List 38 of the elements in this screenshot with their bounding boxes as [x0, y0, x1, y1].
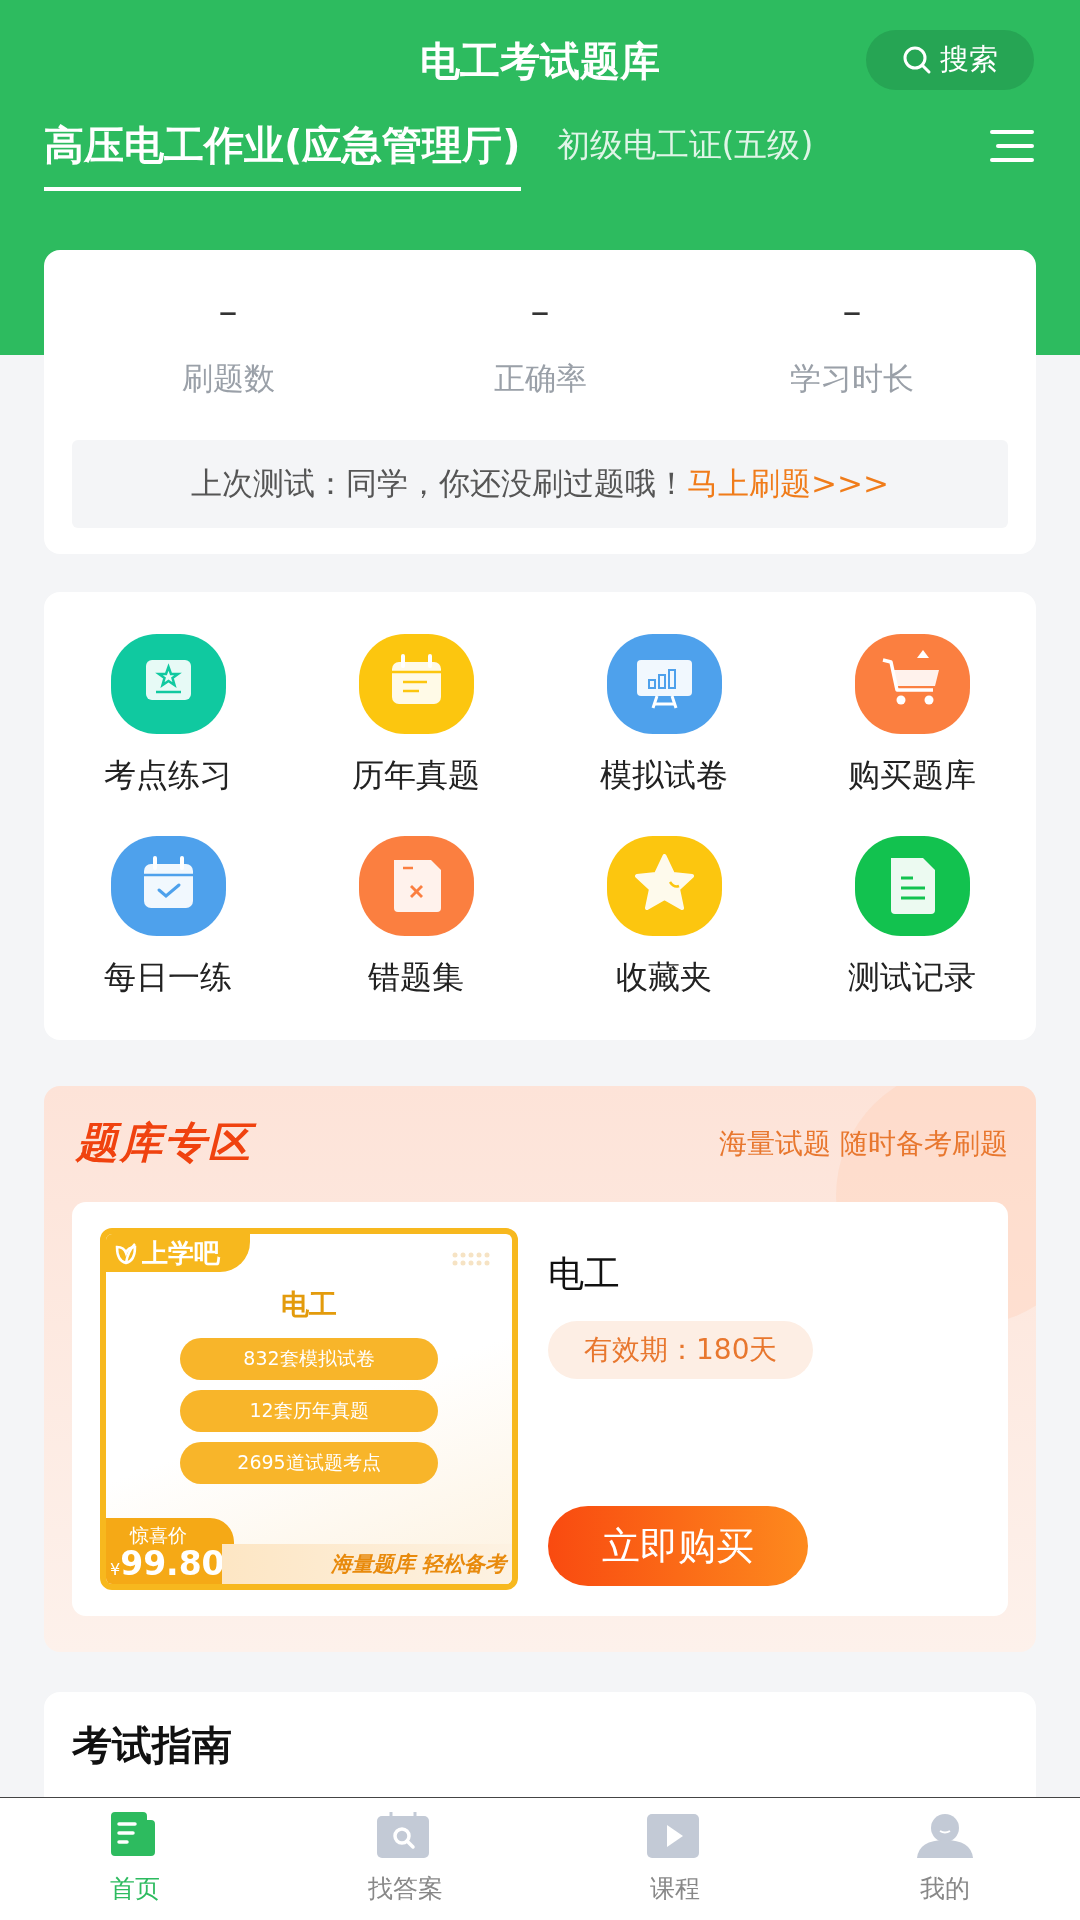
section-tagline: 海量试题 随时备考刷题	[719, 1126, 1008, 1162]
brand-name: 上学吧	[142, 1236, 220, 1270]
product-title: 电工	[548, 1252, 620, 1296]
cover-feature: 12套历年真题	[180, 1390, 438, 1432]
guide-title: 考试指南	[72, 1722, 232, 1768]
nav-tab[interactable]: 找答案	[270, 1798, 540, 1920]
stat-label: 正确率	[492, 359, 588, 398]
search-icon	[902, 45, 932, 75]
nav-tab[interactable]: 课程	[540, 1798, 810, 1920]
stat-value: –	[217, 288, 239, 335]
feature-entry[interactable]: 错题集	[292, 836, 540, 1000]
cover-feature: 832套模拟试卷	[180, 1338, 438, 1380]
feature-entry[interactable]: 考点练习	[44, 634, 292, 798]
cover-feature: 2695道试题考点	[180, 1442, 438, 1484]
price-value: 99.80	[120, 1544, 225, 1583]
feature-entry[interactable]: 收藏夹	[540, 836, 788, 1000]
person-icon	[917, 1812, 973, 1860]
feature-entry[interactable]: 购买题库	[788, 634, 1036, 798]
last-test-text: 上次测试：同学，你还没刷过题哦！	[191, 464, 688, 503]
leaf-icon	[114, 1241, 138, 1265]
feature-entry[interactable]: 每日一练	[44, 836, 292, 1000]
stat-label: 学习时长	[789, 359, 915, 398]
validity-tag: 有效期：180天	[548, 1321, 814, 1379]
section-title: 题库专区	[72, 1111, 266, 1177]
stat-value: –	[529, 288, 551, 335]
feature-entry[interactable]: 测试记录	[788, 836, 1036, 1000]
nav-tab[interactable]: 我的	[810, 1798, 1080, 1920]
price-label: 惊喜价	[130, 1524, 188, 1546]
app-title: 电工考试题库	[420, 36, 660, 86]
currency-sign: ¥	[110, 1560, 121, 1579]
menu-icon[interactable]	[990, 128, 1034, 164]
stat-value: –	[841, 288, 863, 335]
cover-slogan: 海量题库 轻松备考	[222, 1544, 512, 1584]
stat-label: 刷题数	[180, 359, 276, 398]
cover-subject: 电工	[281, 1287, 337, 1323]
feature-entry[interactable]: 模拟试卷	[540, 634, 788, 798]
feature-entry[interactable]: 历年真题	[292, 634, 540, 798]
product-card[interactable]: 上学吧 电工 832套模拟试卷 12套历年真题 2695道试题考点 惊喜价 ¥99.80 海量题库 轻松备考 电工 有效期：180天 立即购买	[72, 1202, 1008, 1616]
